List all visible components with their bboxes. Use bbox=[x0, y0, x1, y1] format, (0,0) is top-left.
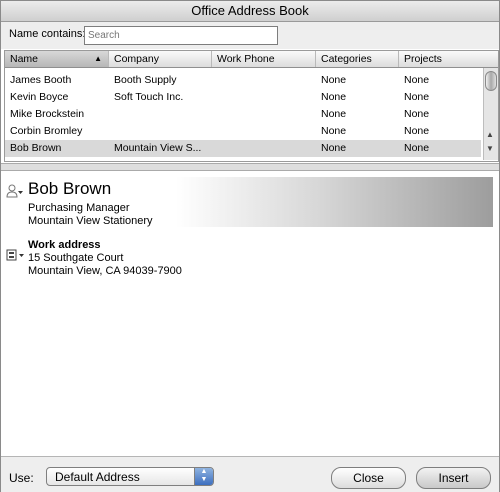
cell-categories: None bbox=[321, 142, 347, 154]
address-label: Work address bbox=[28, 239, 101, 251]
scroll-thumb[interactable] bbox=[485, 71, 497, 91]
cell-name: Mike Brockstein bbox=[10, 108, 85, 120]
search-bar: Name contains: Search bbox=[1, 22, 499, 49]
column-header-label: Work Phone bbox=[217, 53, 275, 65]
select-arrows-icon: ▲ ▼ bbox=[194, 468, 213, 485]
address-menu-icon[interactable] bbox=[6, 248, 26, 262]
column-header-projects[interactable]: Projects bbox=[399, 51, 498, 67]
cell-company: Mountain View S... bbox=[114, 142, 202, 154]
cell-company: Booth Supply bbox=[114, 74, 177, 86]
address-book-window: Office Address Book Name contains: Searc… bbox=[0, 0, 500, 492]
cell-categories: None bbox=[321, 74, 347, 86]
close-button[interactable]: Close bbox=[331, 467, 406, 489]
column-header-label: Company bbox=[114, 53, 159, 65]
sort-ascending-icon: ▲ bbox=[94, 54, 102, 63]
cell-company: Soft Touch Inc. bbox=[114, 91, 184, 103]
list-header: Name ▲ Company Work Phone Categories Pro… bbox=[5, 51, 498, 68]
column-header-label: Categories bbox=[321, 53, 372, 65]
cell-projects: None bbox=[404, 108, 430, 120]
contact-name: Bob Brown bbox=[28, 179, 112, 198]
table-row[interactable]: James Booth Booth Supply None None bbox=[5, 72, 481, 89]
column-header-name[interactable]: Name ▲ bbox=[5, 51, 109, 67]
contact-list: Name ▲ Company Work Phone Categories Pro… bbox=[4, 50, 499, 162]
column-header-label: Projects bbox=[404, 53, 442, 65]
address-type-value: Default Address bbox=[55, 470, 140, 484]
list-scrollbar[interactable]: ▲ ▼ bbox=[483, 68, 498, 160]
address-city: Mountain View, CA 94039-7900 bbox=[28, 265, 182, 277]
scroll-down-arrow-icon[interactable]: ▼ bbox=[486, 144, 494, 153]
cell-projects: None bbox=[404, 142, 430, 154]
cell-name: Kevin Boyce bbox=[10, 91, 69, 103]
column-header-categories[interactable]: Categories bbox=[316, 51, 399, 67]
search-label: Name contains: bbox=[9, 28, 86, 40]
search-input[interactable]: Search bbox=[84, 26, 278, 45]
person-menu-icon[interactable] bbox=[6, 184, 24, 198]
cell-projects: None bbox=[404, 125, 430, 137]
column-header-work-phone[interactable]: Work Phone bbox=[212, 51, 316, 67]
address-street: 15 Southgate Court bbox=[28, 252, 124, 264]
table-row[interactable]: Mike Brockstein None None bbox=[5, 106, 481, 123]
cell-name: Corbin Bromley bbox=[10, 125, 83, 137]
cell-categories: None bbox=[321, 108, 347, 120]
cell-projects: None bbox=[404, 91, 430, 103]
insert-button[interactable]: Insert bbox=[416, 467, 491, 489]
contact-job-title: Purchasing Manager bbox=[28, 202, 130, 214]
table-row-selected[interactable]: Bob Brown Mountain View S... None None bbox=[5, 140, 481, 157]
column-header-company[interactable]: Company bbox=[109, 51, 212, 67]
column-header-label: Name bbox=[10, 53, 39, 65]
footer-bar: Use: Default Address ▲ ▼ Close Insert bbox=[1, 456, 499, 492]
window-title: Office Address Book bbox=[1, 1, 499, 22]
cell-categories: None bbox=[321, 125, 347, 137]
pane-splitter[interactable] bbox=[1, 163, 499, 171]
table-row[interactable]: Kevin Boyce Soft Touch Inc. None None bbox=[5, 89, 481, 106]
cell-name: James Booth bbox=[10, 74, 72, 86]
contact-company: Mountain View Stationery bbox=[28, 215, 153, 227]
use-label: Use: bbox=[9, 471, 34, 485]
table-row[interactable]: Corbin Bromley None None bbox=[5, 123, 481, 140]
address-type-select[interactable]: Default Address ▲ ▼ bbox=[46, 467, 214, 486]
cell-projects: None bbox=[404, 74, 430, 86]
cell-categories: None bbox=[321, 91, 347, 103]
scroll-up-arrow-icon[interactable]: ▲ bbox=[486, 130, 494, 139]
cell-name: Bob Brown bbox=[10, 142, 62, 154]
